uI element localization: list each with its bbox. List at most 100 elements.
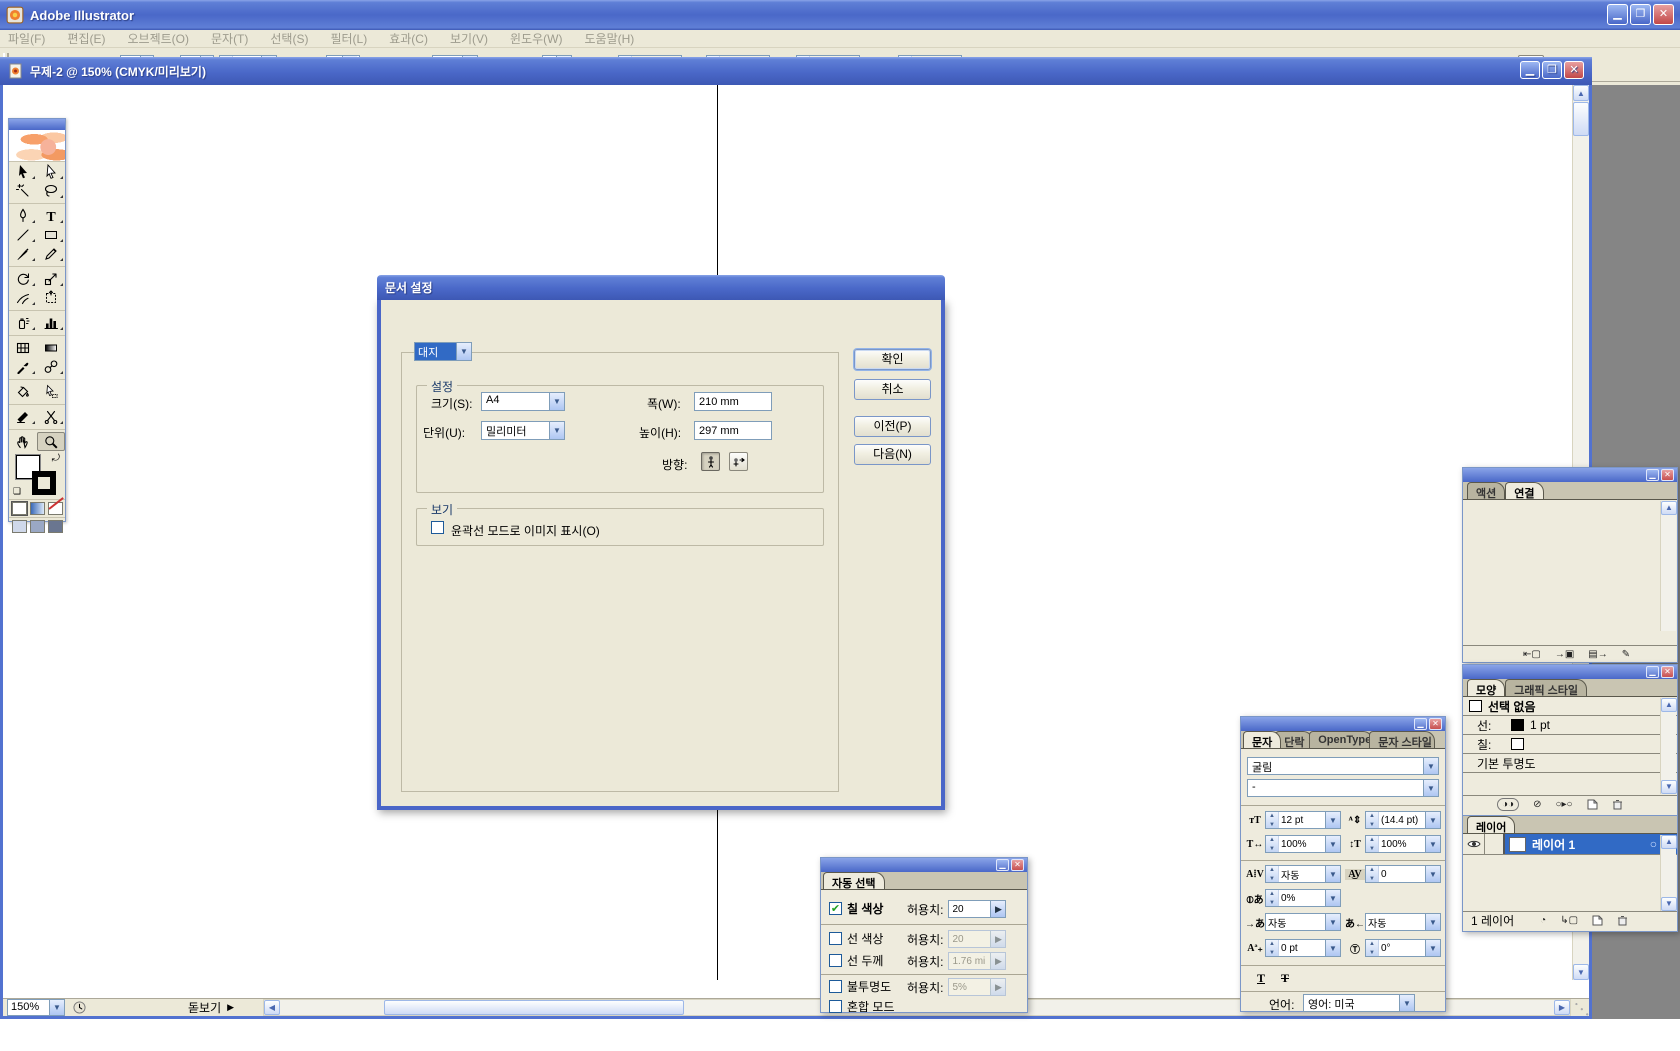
chevron-down-icon[interactable]: ▼ — [1325, 890, 1340, 906]
font-family-combo[interactable]: 굴림 ▼ — [1247, 757, 1439, 775]
scale-tool[interactable] — [37, 269, 65, 288]
resize-grip[interactable] — [1571, 999, 1589, 1016]
scroll-up-icon[interactable]: ▲ — [1573, 85, 1589, 101]
tab-magic-wand[interactable]: 자동 선택 — [823, 872, 885, 889]
fullscreen-menu-mode-button[interactable] — [30, 520, 45, 533]
spinner-icon[interactable]: ▲▼ — [1266, 836, 1279, 852]
swap-fill-stroke-icon[interactable]: ⤾ — [52, 453, 60, 464]
paintbrush-tool[interactable] — [9, 244, 37, 263]
default-fill-stroke-icon[interactable]: ❏ — [13, 486, 21, 497]
update-link-icon[interactable]: ▤→ — [1588, 649, 1607, 660]
palette-close-icon[interactable]: ✕ — [1011, 859, 1024, 871]
maximize-icon[interactable]: ❐ — [1630, 4, 1651, 25]
relink-icon[interactable]: ⇤▢ — [1523, 649, 1541, 660]
height-input[interactable] — [694, 421, 772, 440]
hscroll-thumb[interactable] — [384, 1000, 684, 1015]
previous-button[interactable]: 이전(P) — [854, 416, 931, 437]
underline-button[interactable]: T — [1251, 971, 1271, 988]
unit-value[interactable]: 밀리미터 — [482, 422, 549, 439]
width-input[interactable] — [694, 392, 772, 411]
palette-scrollbar[interactable]: ▲ ▼ — [1660, 698, 1676, 794]
zoom-level-value[interactable]: 150% — [8, 1000, 49, 1015]
trash-icon[interactable] — [1612, 799, 1623, 810]
portrait-orientation-button[interactable] — [701, 452, 720, 471]
aki-left-value[interactable]: 자동 — [1266, 915, 1325, 930]
menu-edit[interactable]: 편집(E) — [67, 30, 105, 47]
aki-right-field[interactable]: あ← 자동▼ — [1345, 913, 1441, 931]
color-button[interactable] — [12, 502, 27, 515]
char-rotation-value[interactable]: 0° — [1379, 943, 1425, 954]
scroll-down-icon[interactable]: ▼ — [1661, 897, 1677, 911]
menu-type[interactable]: 문자(T) — [211, 30, 248, 47]
font-size-value[interactable]: 12 pt — [1279, 815, 1325, 826]
live-paint-selection-tool[interactable] — [37, 382, 65, 401]
stroke-color-checkbox[interactable] — [829, 932, 842, 945]
opacity-checkbox[interactable] — [829, 980, 842, 993]
aki-left-field[interactable]: →あ 자동▼ — [1245, 913, 1341, 931]
menu-filter[interactable]: 필터(L) — [330, 30, 367, 47]
doc-restore-icon[interactable]: ❐ — [1542, 61, 1562, 79]
scroll-right-icon[interactable]: ▶ — [1554, 1000, 1570, 1015]
free-transform-tool[interactable] — [37, 288, 65, 307]
menu-object[interactable]: 오브젝트(O) — [127, 30, 189, 47]
palette-titlebar[interactable]: ▁ ✕ — [1463, 665, 1677, 679]
palette-scrollbar[interactable]: ▲ ▼ — [1660, 835, 1676, 911]
baseline-shift-field[interactable]: Aª₊ ▲▼0 pt▼ — [1245, 939, 1341, 957]
clear-appearance-icon[interactable]: ⊘ — [1533, 799, 1541, 810]
type-tool[interactable]: T — [37, 206, 65, 225]
tracking-value[interactable]: 0 — [1379, 869, 1425, 880]
close-icon[interactable]: ✕ — [1653, 4, 1674, 25]
next-button[interactable]: 다음(N) — [854, 444, 931, 465]
leading-value[interactable]: (14.4 pt) — [1379, 815, 1425, 826]
palette-titlebar[interactable]: ▁ ✕ — [1241, 717, 1445, 731]
leading-field[interactable]: ᴬ⇕ ▲▼(14.4 pt)▼ — [1345, 811, 1441, 829]
pen-tool[interactable] — [9, 206, 37, 225]
chevron-down-icon[interactable]: ▼ — [1325, 836, 1340, 852]
palette-minimize-icon[interactable]: ▁ — [1414, 718, 1427, 730]
create-sublayer-icon[interactable]: ↳▢ — [1560, 915, 1578, 926]
tab-character-styles[interactable]: 문자 스타일 — [1369, 731, 1435, 748]
tolerance-fill-field[interactable]: 20▶ — [948, 900, 1006, 918]
spinner-icon[interactable]: ▲▼ — [1366, 812, 1379, 828]
chevron-down-icon[interactable]: ▼ — [1325, 914, 1340, 930]
spinner-icon[interactable]: ▲▼ — [1366, 866, 1379, 882]
chevron-down-icon[interactable]: ▼ — [49, 1000, 64, 1015]
duplicate-item-icon[interactable]: ○▸○ — [1555, 799, 1572, 810]
horizontal-scale-field[interactable]: T↔ ▲▼100%▼ — [1245, 835, 1341, 853]
chevron-down-icon[interactable]: ▼ — [549, 422, 564, 439]
horizontal-scale-value[interactable]: 100% — [1279, 839, 1325, 850]
palette-minimize-icon[interactable]: ▁ — [1646, 469, 1659, 481]
palette-close-icon[interactable]: ✕ — [1661, 666, 1674, 678]
make-clipping-mask-icon[interactable]: ◔ — [1540, 915, 1546, 926]
slice-tool[interactable] — [9, 407, 37, 426]
chevron-down-icon[interactable]: ▼ — [456, 343, 471, 360]
go-to-link-icon[interactable]: →▣ — [1555, 649, 1574, 660]
chevron-down-icon[interactable]: ▼ — [1399, 995, 1414, 1011]
tab-appearance[interactable]: 모양 — [1467, 679, 1505, 696]
tsume-field[interactable]: ⦶あ ▲▼0%▼ — [1245, 889, 1341, 907]
hand-tool[interactable] — [9, 432, 37, 451]
outline-mode-checkbox[interactable] — [431, 521, 444, 534]
tab-links[interactable]: 연결 — [1505, 482, 1543, 499]
mesh-tool[interactable] — [9, 338, 37, 357]
scroll-left-icon[interactable]: ◀ — [264, 1000, 280, 1015]
palette-titlebar[interactable]: ▁ ✕ — [821, 858, 1027, 872]
ok-button[interactable]: 확인 — [854, 349, 931, 370]
menu-file[interactable]: 파일(F) — [8, 30, 45, 47]
column-graph-tool[interactable] — [37, 313, 65, 332]
line-segment-tool[interactable] — [9, 225, 37, 244]
chevron-down-icon[interactable]: ▼ — [1325, 866, 1340, 882]
scissors-tool[interactable] — [37, 407, 65, 426]
menu-view[interactable]: 보기(V) — [450, 30, 488, 47]
tab-character[interactable]: 문자 — [1243, 731, 1281, 748]
selection-tool[interactable] — [9, 162, 37, 181]
palette-close-icon[interactable]: ✕ — [1429, 718, 1442, 730]
font-style-value[interactable]: - — [1248, 780, 1423, 796]
cancel-button[interactable]: 취소 — [854, 379, 931, 400]
new-layer-icon[interactable] — [1592, 915, 1603, 926]
gradient-tool[interactable] — [37, 338, 65, 357]
language-value[interactable]: 영어: 미국 — [1304, 995, 1399, 1011]
layer-target-icon[interactable]: ○ — [1650, 837, 1657, 851]
char-rotation-field[interactable]: Ⓣ ▲▼0°▼ — [1345, 939, 1441, 957]
vertical-scale-field[interactable]: ↕T ▲▼100%▼ — [1345, 835, 1441, 853]
